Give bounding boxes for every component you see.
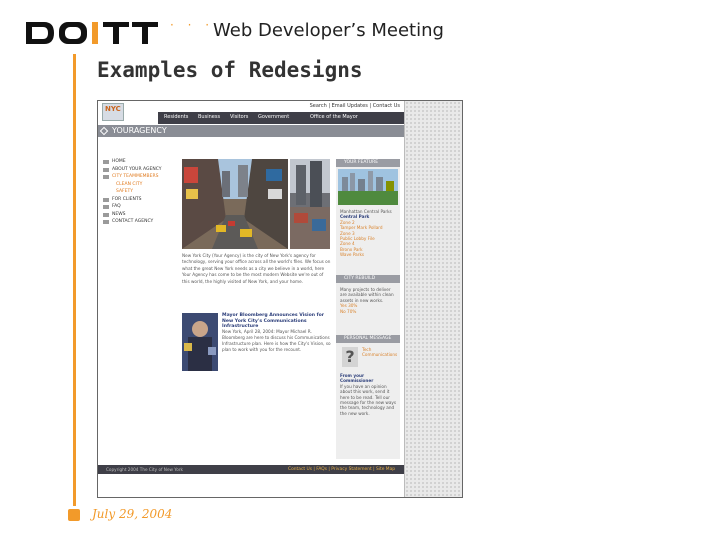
dotted-background [404,101,462,497]
slide-date: July 29, 2004 [92,507,173,521]
feature-header: YOUR FEATURE [336,159,400,167]
poll-option-no[interactable]: No 70% [340,309,398,314]
left-nav-subitem[interactable]: CLEAN CITY [103,182,165,190]
meeting-title: Web Developer’s Meeting [213,20,444,41]
website-page: NYC Search | Email Updates | Contact Us … [98,101,404,497]
header-dots: · · · [170,18,215,32]
personal-message-header: PERSONAL MESSAGE [336,335,400,343]
feature-text: Manhattan Central Parks Central Park Zon… [340,209,398,258]
hero-photo [182,159,288,249]
bullet-icon [103,160,109,164]
left-navigation: HOME ABOUT YOUR AGENCY CITY TEAMMEMBERS … [103,159,165,227]
nav-office-of-mayor[interactable]: Office of the Mayor [310,114,358,120]
hero-side-photo [290,159,330,249]
news-headline[interactable]: Mayor Bloomberg Announces Vision for New… [222,313,332,330]
utility-links[interactable]: Search | Email Updates | Contact Us [310,103,400,109]
site-navbar: Residents Business Visitors Government O… [158,112,404,124]
site-topbar: NYC Search | Email Updates | Contact Us … [98,101,404,125]
bullet-icon [103,220,109,224]
nav-visitors[interactable]: Visitors [230,114,248,120]
news-photo [182,313,218,371]
nav-residents[interactable]: Residents [164,114,188,120]
rebuild-header: CITY REBUILD [336,275,400,283]
news-body: New York, April 28, 2004: Mayor Michael … [222,329,331,352]
left-nav-item[interactable]: NEWS [103,212,165,220]
feature-link[interactable]: Wave Parks [340,252,398,257]
footer-copyright: Copyright 2004 The City of New York [106,467,183,472]
question-mark-icon: ? [342,347,358,367]
rebuild-text: Many projects to deliver are available w… [340,287,398,314]
left-nav-item[interactable]: CONTACT AGENCY [103,219,165,227]
bullet-icon [103,205,109,209]
right-column: YOUR FEATURE Manhattan Central Parks Cen… [336,159,400,459]
site-footer: Copyright 2004 The City of New York Cont… [98,465,404,474]
left-nav-item[interactable]: ABOUT YOUR AGENCY [103,167,165,175]
doitt-logo [24,16,164,50]
agency-banner: YOURAGENCY [98,125,404,137]
nav-government[interactable]: Government [258,114,289,120]
intro-paragraph: New York City (Your Agency) is the city … [182,253,331,284]
left-nav-item[interactable]: HOME [103,159,165,167]
nyc-logo-text: NYC [105,105,121,113]
agency-name[interactable]: YOURAGENCY [112,126,167,135]
bullet-icon [103,167,109,172]
left-nav-item[interactable]: CITY TEAMMEMBERS [103,174,165,182]
bullet-icon [103,212,109,217]
feature-photo [338,169,398,205]
bullet-icon [103,175,109,179]
left-nav-subitem[interactable]: SAFETY [103,189,165,197]
personal-links: Tech Communications [362,347,398,358]
accent-line [73,54,76,506]
nav-business[interactable]: Business [198,114,220,120]
left-nav-item[interactable]: FOR CLIENTS [103,197,165,205]
personal-message: From your Commissioner If you have an op… [340,373,397,416]
nyc-logo[interactable]: NYC [102,103,124,121]
website-screenshot: NYC Search | Email Updates | Contact Us … [97,100,463,498]
date-bullet [68,509,80,521]
agency-logo-icon [99,126,109,136]
bullet-icon [103,197,109,202]
left-nav-item[interactable]: FAQ [103,204,165,212]
slide-title: Examples of Redesigns [97,58,363,82]
footer-links[interactable]: Contact Us | FAQs | Privacy Statement | … [288,467,395,472]
